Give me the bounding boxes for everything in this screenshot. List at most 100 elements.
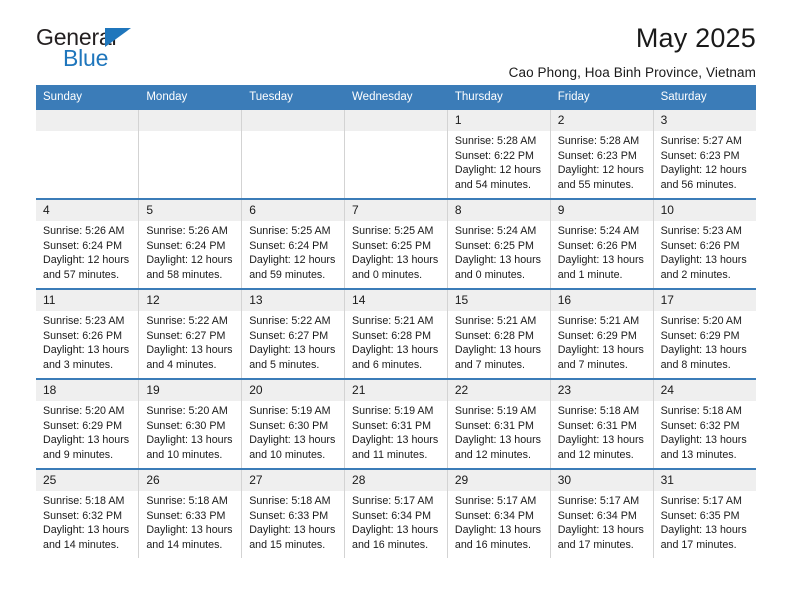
weekday-header-saturday: Saturday xyxy=(653,85,756,110)
calendar-day-cell[interactable]: 12 Sunrise: 5:22 AM Sunset: 6:27 PM Dayligh… xyxy=(138,288,243,379)
calendar-day-cell[interactable]: 18 Sunrise: 5:20 AM Sunset: 6:29 PM Dayligh… xyxy=(36,378,140,469)
day-number: 2 xyxy=(550,110,653,131)
calendar-day-cell[interactable]: 5 Sunrise: 5:26 AM Sunset: 6:24 PM Daylight… xyxy=(138,198,243,289)
day-number: 29 xyxy=(447,470,550,491)
day-sun-info: Sunrise: 5:20 AM Sunset: 6:29 PM Daylight:… xyxy=(36,401,138,462)
sunset-text: Sunset: 6:33 PM xyxy=(146,509,226,522)
day-number: 16 xyxy=(550,290,653,311)
calendar-cell-empty xyxy=(138,110,243,199)
calendar-day-cell[interactable]: 6 Sunrise: 5:25 AM Sunset: 6:24 PM Daylight… xyxy=(241,198,346,289)
day-number: 11 xyxy=(36,290,139,311)
day-sun-info: Sunrise: 5:26 AM Sunset: 6:24 PM Daylight:… xyxy=(36,221,138,282)
sunrise-text: Sunrise: 5:24 AM xyxy=(557,225,640,237)
daylight-text: Daylight: 13 hours and 1 minute. xyxy=(557,254,644,281)
day-number: 1 xyxy=(447,110,550,131)
sunset-text: Sunset: 6:30 PM xyxy=(146,419,226,432)
day-number: 19 xyxy=(139,380,242,401)
calendar-day-cell[interactable]: 4 Sunrise: 5:26 AM Sunset: 6:24 PM Daylight… xyxy=(36,198,140,289)
sunset-text: Sunset: 6:33 PM xyxy=(249,509,329,522)
weekday-header-friday: Friday xyxy=(550,85,654,110)
daylight-text: Daylight: 13 hours and 12 minutes. xyxy=(557,434,644,461)
day-number: 4 xyxy=(36,200,139,221)
daylight-text: Daylight: 12 hours and 59 minutes. xyxy=(249,254,336,281)
day-sun-info: Sunrise: 5:24 AM Sunset: 6:26 PM Daylight:… xyxy=(551,221,653,282)
day-number: 14 xyxy=(345,290,447,311)
calendar-cell-empty xyxy=(36,110,140,199)
calendar-cell-empty xyxy=(344,110,448,199)
day-number xyxy=(36,110,139,131)
calendar-day-cell[interactable]: 19 Sunrise: 5:20 AM Sunset: 6:30 PM Dayligh… xyxy=(138,378,243,469)
calendar-day-cell[interactable]: 28 Sunrise: 5:17 AM Sunset: 6:34 PM Dayligh… xyxy=(344,468,448,558)
calendar-day-cell[interactable]: 23 Sunrise: 5:18 AM Sunset: 6:31 PM Dayligh… xyxy=(550,378,654,469)
calendar-day-cell[interactable]: 27 Sunrise: 5:18 AM Sunset: 6:33 PM Dayligh… xyxy=(241,468,346,558)
sunrise-text: Sunrise: 5:20 AM xyxy=(43,405,125,417)
calendar-day-cell[interactable]: 7 Sunrise: 5:25 AM Sunset: 6:25 PM Daylight… xyxy=(344,198,448,289)
daylight-text: Daylight: 12 hours and 55 minutes. xyxy=(557,164,644,191)
calendar-day-cell[interactable]: 13 Sunrise: 5:22 AM Sunset: 6:27 PM Dayligh… xyxy=(241,288,346,379)
calendar-day-cell[interactable]: 20 Sunrise: 5:19 AM Sunset: 6:30 PM Dayligh… xyxy=(241,378,346,469)
calendar-day-cell[interactable]: 16 Sunrise: 5:21 AM Sunset: 6:29 PM Dayligh… xyxy=(550,288,654,379)
daylight-text: Daylight: 12 hours and 56 minutes. xyxy=(660,164,747,191)
daylight-text: Daylight: 13 hours and 14 minutes. xyxy=(146,524,233,551)
sunrise-text: Sunrise: 5:21 AM xyxy=(454,315,537,327)
calendar-week-row: 11 Sunrise: 5:23 AM Sunset: 6:26 PM Dayligh… xyxy=(36,288,756,379)
day-sun-info: Sunrise: 5:26 AM Sunset: 6:24 PM Daylight:… xyxy=(139,221,241,282)
day-sun-info: Sunrise: 5:18 AM Sunset: 6:33 PM Daylight:… xyxy=(242,491,344,552)
sunrise-text: Sunrise: 5:21 AM xyxy=(352,315,434,327)
calendar-day-cell[interactable]: 3 Sunrise: 5:27 AM Sunset: 6:23 PM Daylight… xyxy=(653,110,756,199)
daylight-text: Daylight: 13 hours and 6 minutes. xyxy=(352,344,439,371)
calendar-header-row: Sunday Monday Tuesday Wednesday Thursday Frid… xyxy=(36,85,756,110)
calendar-week-row: 1 Sunrise: 5:28 AM Sunset: 6:22 PM Daylight… xyxy=(36,110,756,199)
calendar-grid: Sunday Monday Tuesday Wednesday Thursday Frid… xyxy=(36,85,756,558)
day-number xyxy=(139,110,242,131)
day-number: 24 xyxy=(653,380,756,401)
sunset-text: Sunset: 6:28 PM xyxy=(352,329,432,342)
calendar-day-cell[interactable]: 9 Sunrise: 5:24 AM Sunset: 6:26 PM Daylight… xyxy=(550,198,654,289)
day-number: 28 xyxy=(345,470,447,491)
day-number: 15 xyxy=(447,290,550,311)
calendar-day-cell[interactable]: 15 Sunrise: 5:21 AM Sunset: 6:28 PM Dayligh… xyxy=(447,288,551,379)
day-sun-info: Sunrise: 5:19 AM Sunset: 6:31 PM Daylight:… xyxy=(448,401,550,462)
day-sun-info: Sunrise: 5:25 AM Sunset: 6:24 PM Daylight:… xyxy=(242,221,344,282)
calendar-week-row: 25 Sunrise: 5:18 AM Sunset: 6:32 PM Dayligh… xyxy=(36,468,756,558)
calendar-day-cell[interactable]: 31 Sunrise: 5:17 AM Sunset: 6:35 PM Dayligh… xyxy=(653,468,756,558)
calendar-body: 1 Sunrise: 5:28 AM Sunset: 6:22 PM Daylight… xyxy=(36,110,756,558)
weekday-header-thursday: Thursday xyxy=(447,85,551,110)
calendar-cell-empty xyxy=(241,110,346,199)
sunset-text: Sunset: 6:30 PM xyxy=(249,419,329,432)
sunset-text: Sunset: 6:34 PM xyxy=(352,509,432,522)
calendar-day-cell[interactable]: 30 Sunrise: 5:17 AM Sunset: 6:34 PM Dayligh… xyxy=(550,468,654,558)
calendar-day-cell[interactable]: 10 Sunrise: 5:23 AM Sunset: 6:26 PM Dayligh… xyxy=(653,198,756,289)
sunrise-text: Sunrise: 5:28 AM xyxy=(454,135,537,147)
weekday-header-wednesday: Wednesday xyxy=(344,85,448,110)
calendar-day-cell[interactable]: 22 Sunrise: 5:19 AM Sunset: 6:31 PM Dayligh… xyxy=(447,378,551,469)
calendar-page: General Blue May 2025 Cao Phong, Hoa Bin… xyxy=(0,0,792,612)
day-sun-info: Sunrise: 5:21 AM Sunset: 6:28 PM Daylight:… xyxy=(448,311,550,372)
calendar-day-cell[interactable]: 24 Sunrise: 5:18 AM Sunset: 6:32 PM Dayligh… xyxy=(653,378,756,469)
day-number: 5 xyxy=(139,200,242,221)
day-number: 13 xyxy=(242,290,345,311)
calendar-day-cell[interactable]: 17 Sunrise: 5:20 AM Sunset: 6:29 PM Dayligh… xyxy=(653,288,756,379)
daylight-text: Daylight: 13 hours and 9 minutes. xyxy=(43,434,130,461)
calendar-day-cell[interactable]: 1 Sunrise: 5:28 AM Sunset: 6:22 PM Daylight… xyxy=(447,110,551,199)
general-blue-logo[interactable]: General Blue xyxy=(36,25,206,77)
day-number: 20 xyxy=(242,380,345,401)
day-number: 9 xyxy=(550,200,653,221)
daylight-text: Daylight: 13 hours and 17 minutes. xyxy=(557,524,644,551)
day-sun-info: Sunrise: 5:22 AM Sunset: 6:27 PM Daylight:… xyxy=(139,311,241,372)
calendar-day-cell[interactable]: 21 Sunrise: 5:19 AM Sunset: 6:31 PM Dayligh… xyxy=(344,378,448,469)
calendar-day-cell[interactable]: 25 Sunrise: 5:18 AM Sunset: 6:32 PM Dayligh… xyxy=(36,468,140,558)
calendar-day-cell[interactable]: 14 Sunrise: 5:21 AM Sunset: 6:28 PM Dayligh… xyxy=(344,288,448,379)
calendar-day-cell[interactable]: 2 Sunrise: 5:28 AM Sunset: 6:23 PM Daylight… xyxy=(550,110,654,199)
daylight-text: Daylight: 13 hours and 0 minutes. xyxy=(352,254,439,281)
day-sun-info: Sunrise: 5:28 AM Sunset: 6:23 PM Daylight:… xyxy=(551,131,653,192)
calendar-day-cell[interactable]: 8 Sunrise: 5:24 AM Sunset: 6:25 PM Daylight… xyxy=(447,198,551,289)
sunrise-text: Sunrise: 5:22 AM xyxy=(249,315,331,327)
calendar-day-cell[interactable]: 29 Sunrise: 5:17 AM Sunset: 6:34 PM Dayligh… xyxy=(447,468,551,558)
sunrise-text: Sunrise: 5:18 AM xyxy=(557,405,640,417)
calendar-day-cell[interactable]: 11 Sunrise: 5:23 AM Sunset: 6:26 PM Dayligh… xyxy=(36,288,140,379)
sunset-text: Sunset: 6:27 PM xyxy=(146,329,226,342)
daylight-text: Daylight: 13 hours and 10 minutes. xyxy=(249,434,336,461)
day-number: 6 xyxy=(242,200,345,221)
calendar-day-cell[interactable]: 26 Sunrise: 5:18 AM Sunset: 6:33 PM Dayligh… xyxy=(138,468,243,558)
